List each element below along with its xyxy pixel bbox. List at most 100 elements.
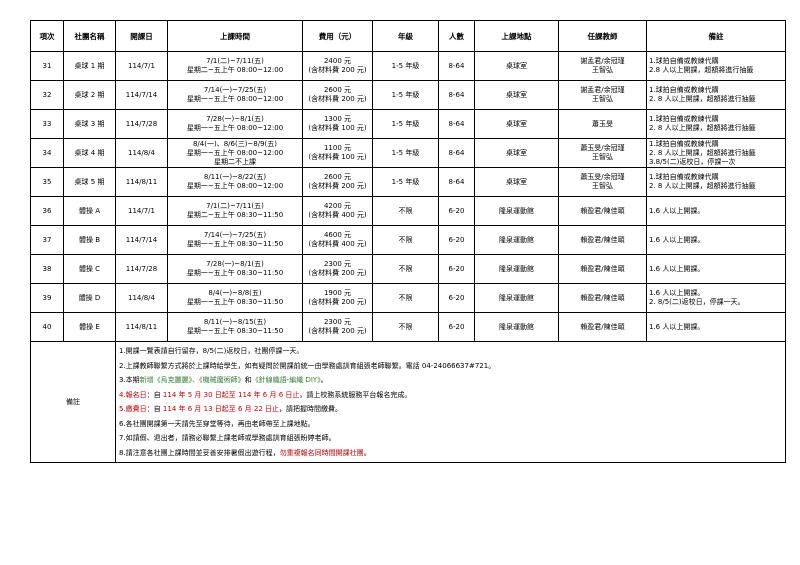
item-number: 31 xyxy=(30,51,64,81)
class-time: 7/14(一)~7/25(五) 星期一~五上午 08:30~11:50 xyxy=(167,225,303,255)
cell-line: 星期一~五上午 08:30~11:50 xyxy=(186,269,284,277)
location: 桌球室 xyxy=(474,138,559,168)
start-date: 114/7/14 xyxy=(115,80,168,110)
location: 桌球室 xyxy=(474,109,559,139)
cell-line: 星期一~五上午 08:00~12:00 xyxy=(186,124,284,132)
club-name: 體操 E xyxy=(63,312,116,342)
remark-segment: 勿重複報名同時間開課社團 xyxy=(279,448,364,457)
remark-segment: 114 年 6 月 13 日起至 6 月 22 日止 xyxy=(162,405,280,413)
cell-line: 1.6 人以上開課。 xyxy=(649,235,705,244)
student-count: 8-64 xyxy=(438,138,475,168)
class-time: 7/1(二)~7/11(五) 星期二~五上午 08:30~11:50 xyxy=(167,196,303,226)
header-start-date: 開課日 xyxy=(115,20,168,52)
grade: 不限 xyxy=(372,254,439,284)
cell-line: 蕭玉旻 xyxy=(592,119,613,128)
class-time: 8/4(一)~8/8(五) 星期一~五上午 08:30~11:50 xyxy=(167,283,303,313)
cell-line: (含材料費 400 元) xyxy=(308,240,367,248)
cell-line: 賴盈君/陳佳頤 xyxy=(580,235,625,244)
grade: 不限 xyxy=(372,196,439,226)
cell-line: 2. 8 人以上開課，超額將進行抽籤 xyxy=(649,148,756,157)
location: 隆泉運動館 xyxy=(474,225,559,255)
cell-line: 星期一~五上午 08:00~12:00 xyxy=(186,95,284,103)
table-row: 32 桌球 2 期 114/7/14 7/14(一)~7/25(五) 星期一~五上午 0… xyxy=(30,80,786,110)
cell-line: 2. 8 人以上開課，超額將進行抽籤 xyxy=(649,124,756,132)
note: 1.6 人以上開課。 2. 8/5(二)返校日，停課一天。 xyxy=(646,283,786,313)
teacher: 蕭玉旻/余冠瑾 王智弘 xyxy=(558,167,647,197)
cell-line: 星期二不上課 xyxy=(214,157,256,166)
item-number: 38 xyxy=(30,254,64,284)
header-note: 備註 xyxy=(646,20,786,52)
teacher: 賴盈君/陳佳頤 xyxy=(558,312,647,342)
grade: 1-5 年級 xyxy=(372,138,439,168)
class-time: 8/11(一)~8/22(五) 星期一~五上午 08:00~12:00 xyxy=(167,167,303,197)
remark-line: 1.開課一覽表請自行留存，8/5(二)返校日，社團停課一天。 xyxy=(119,344,782,359)
club-name: 體操 A xyxy=(63,196,116,226)
remarks-row: 備註 1.開課一覽表請自行留存，8/5(二)返校日，社團停課一天。 2.上課教師聯繫… xyxy=(30,341,786,463)
cell-line: 2600 元 xyxy=(323,173,352,181)
cell-line: 星期二~五上午 08:30~11:50 xyxy=(186,211,284,219)
remark-segment: 5.繳費日 xyxy=(119,405,147,413)
cell-line: (含材料費 200 元) xyxy=(308,327,367,335)
start-date: 114/7/28 xyxy=(115,254,168,284)
cell-line: (含材料費 200 元) xyxy=(308,182,367,190)
item-number: 40 xyxy=(30,312,64,342)
cell-line: 8/11(一)~8/22(五) xyxy=(203,173,267,181)
cell-line: 星期一~五上午 08:30~11:50 xyxy=(186,298,284,306)
start-date: 114/7/1 xyxy=(115,196,168,226)
teacher: 謝孟君/余冠瑾 王智弘 xyxy=(558,51,647,81)
student-count: 6-20 xyxy=(438,312,475,342)
note: 1.6 人以上開課。 xyxy=(646,312,786,342)
cell-line: 賴盈君/陳佳頤 xyxy=(580,206,625,215)
cell-line: 謝孟君/余冠瑾 xyxy=(580,86,625,94)
student-count: 8-64 xyxy=(438,109,475,139)
cell-line: 王智弘 xyxy=(592,66,613,74)
remark-line: 4.報名日：自 114 年 5 月 30 日起至 114 年 6 月 6 日止，… xyxy=(119,388,782,403)
cell-line: 星期一~五上午 08:30~11:50 xyxy=(186,327,284,335)
fee: 1100 元 (含材料費 100 元) xyxy=(302,138,373,168)
location: 桌球室 xyxy=(474,80,559,110)
start-date: 114/7/28 xyxy=(115,109,168,139)
note: 1.球拍自備或教練代購 2. 8 人以上開課，超額將進行抽籤 xyxy=(646,109,786,139)
cell-line: (含材料費 100 元) xyxy=(308,153,367,161)
student-count: 8-64 xyxy=(438,167,475,197)
cell-line: 1.6 人以上開課。 xyxy=(649,264,705,273)
class-time: 8/4(一)、8/6(三)~8/9(五) 星期一~五上午 08:00~12:00 星… xyxy=(167,138,303,168)
remark-segment: ：自 xyxy=(146,405,163,413)
fee: 2300 元 (含材料費 200 元) xyxy=(302,312,373,342)
teacher: 賴盈君/陳佳頤 xyxy=(558,283,647,313)
course-schedule-sheet: 項次 社團名稱 開課日 上課時間 費用（元） 年級 人數 上課地點 任課教師 備註 31 桌球 1 … xyxy=(30,20,786,463)
student-count: 6-20 xyxy=(438,225,475,255)
table-header-row: 項次 社團名稱 開課日 上課時間 費用（元） 年級 人數 上課地點 任課教師 備註 xyxy=(30,20,786,52)
remark-line: 7.如請假、退出者，請務必聯繫上課老師或學務處訓育組張盼婷老師。 xyxy=(119,431,782,446)
cell-line: 4200 元 xyxy=(323,202,352,210)
cell-line: 1.球拍自備或教練代購 xyxy=(649,173,719,181)
fee: 2600 元 (含材料費 200 元) xyxy=(302,167,373,197)
table-row: 39 體操 D 114/8/4 8/4(一)~8/8(五) 星期一~五上午 08:30~… xyxy=(30,283,786,313)
cell-line: 王智弘 xyxy=(592,182,613,190)
course-table-body: 項次 社團名稱 開課日 上課時間 費用（元） 年級 人數 上課地點 任課教師 備註 31 桌球 1 … xyxy=(30,20,786,463)
remark-segment: 。 xyxy=(320,376,328,384)
remark-segment: 7.如請假、退出者，請務必聯繫上課老師或學務處訓育組張盼婷老師。 xyxy=(119,434,336,442)
start-date: 114/8/4 xyxy=(115,283,168,313)
start-date: 114/8/4 xyxy=(115,138,168,168)
remarks-content: 1.開課一覽表請自行留存，8/5(二)返校日，社團停課一天。 2.上課教師聯繫方式… xyxy=(115,341,786,463)
teacher: 賴盈君/陳佳頤 xyxy=(558,196,647,226)
cell-line: 8/4(一)~8/8(五) xyxy=(208,289,262,297)
cell-line: 王智弘 xyxy=(592,153,613,161)
start-date: 114/8/11 xyxy=(115,167,168,197)
item-number: 34 xyxy=(30,138,64,168)
header-class-time: 上課時間 xyxy=(167,20,303,52)
header-grade: 年級 xyxy=(372,20,439,52)
note: 1.球拍自備或教練代購 2. 8 人以上開課，超額將進行抽籤 xyxy=(646,80,786,110)
table-row: 35 桌球 5 期 114/8/11 8/11(一)~8/22(五) 星期一~五上午 0… xyxy=(30,167,786,197)
remarks-label: 備註 xyxy=(30,341,116,463)
cell-line: 3.8/5(二)返校日，停課一次 xyxy=(649,157,736,166)
cell-line: 7/14(一)~7/25(五) xyxy=(203,231,267,239)
fee: 2600 元 (含材料費 200 元) xyxy=(302,80,373,110)
note: 1.6 人以上開課。 xyxy=(646,225,786,255)
cell-line: 8/11(一)~8/15(五) xyxy=(203,318,267,326)
class-time: 7/1(二)~7/11(五) 星期二~五上午 08:00~12:00 xyxy=(167,51,303,81)
remark-segment: ，請上校務系統服務平台報名完成。 xyxy=(299,390,412,399)
cell-line: 賴盈君/陳佳頤 xyxy=(580,322,625,331)
cell-line: 蕭玉旻/余冠瑾 xyxy=(580,173,625,181)
